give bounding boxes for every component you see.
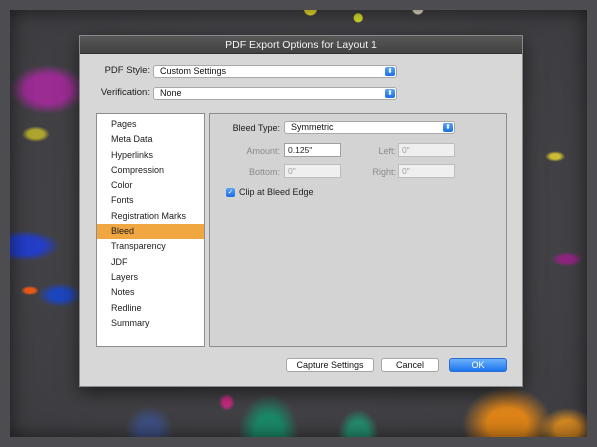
chevron-updown-icon: ⬍ bbox=[385, 89, 395, 98]
left-label: Left: bbox=[378, 146, 396, 156]
pdf-style-label: PDF Style: bbox=[104, 65, 150, 76]
sidebar-item-redline[interactable]: Redline bbox=[97, 301, 204, 316]
amount-label: Amount: bbox=[246, 146, 280, 156]
chevron-updown-icon: ⬍ bbox=[443, 123, 453, 132]
pdf-export-dialog: PDF Export Options for Layout 1 PDF Styl… bbox=[79, 35, 523, 387]
checkbox-checked-icon[interactable]: ✓ bbox=[226, 187, 235, 197]
sidebar-item-notes[interactable]: Notes bbox=[97, 285, 204, 300]
dialog-title: PDF Export Options for Layout 1 bbox=[80, 36, 522, 54]
capture-settings-button[interactable]: Capture Settings bbox=[286, 358, 374, 372]
sidebar-item-fonts[interactable]: Fonts bbox=[97, 193, 204, 208]
ok-button[interactable]: OK bbox=[449, 358, 507, 372]
left-field[interactable]: 0" bbox=[398, 143, 455, 157]
pdf-style-select[interactable]: Custom Settings ⬍ bbox=[153, 65, 397, 78]
sidebar-item-color[interactable]: Color bbox=[97, 178, 204, 193]
sidebar-item-bleed[interactable]: Bleed bbox=[97, 224, 204, 240]
amount-field[interactable]: 0.125" bbox=[284, 143, 341, 157]
right-label: Right: bbox=[372, 167, 396, 177]
clip-at-bleed-edge-option[interactable]: ✓ Clip at Bleed Edge bbox=[226, 187, 314, 197]
sidebar-item-transparency[interactable]: Transparency bbox=[97, 239, 204, 254]
bleed-type-select[interactable]: Symmetric ⬍ bbox=[284, 121, 455, 134]
verification-select[interactable]: None ⬍ bbox=[153, 87, 397, 100]
bleed-type-label: Bleed Type: bbox=[232, 123, 280, 133]
bleed-type-value: Symmetric bbox=[291, 122, 334, 132]
bottom-field[interactable]: 0" bbox=[284, 164, 341, 178]
sidebar-item-meta-data[interactable]: Meta Data bbox=[97, 132, 204, 147]
sidebar-item-compression[interactable]: Compression bbox=[97, 163, 204, 178]
sidebar-item-registration-marks[interactable]: Registration Marks bbox=[97, 209, 204, 224]
verification-value: None bbox=[160, 88, 182, 98]
bleed-settings-panel: Bleed Type: Symmetric ⬍ Amount: 0.125" L… bbox=[209, 113, 507, 347]
sidebar-item-layers[interactable]: Layers bbox=[97, 270, 204, 285]
right-field[interactable]: 0" bbox=[398, 164, 455, 178]
sidebar-item-hyperlinks[interactable]: Hyperlinks bbox=[97, 148, 204, 163]
chevron-updown-icon: ⬍ bbox=[385, 67, 395, 76]
sidebar-item-jdf[interactable]: JDF bbox=[97, 255, 204, 270]
clip-at-bleed-edge-label: Clip at Bleed Edge bbox=[239, 187, 314, 197]
sidebar-item-pages[interactable]: Pages bbox=[97, 117, 204, 132]
pdf-style-value: Custom Settings bbox=[160, 66, 227, 76]
sidebar-item-summary[interactable]: Summary bbox=[97, 316, 204, 331]
category-list: Pages Meta Data Hyperlinks Compression C… bbox=[96, 113, 205, 347]
cancel-button[interactable]: Cancel bbox=[381, 358, 439, 372]
verification-label: Verification: bbox=[100, 87, 150, 98]
bottom-label: Bottom: bbox=[248, 167, 280, 177]
